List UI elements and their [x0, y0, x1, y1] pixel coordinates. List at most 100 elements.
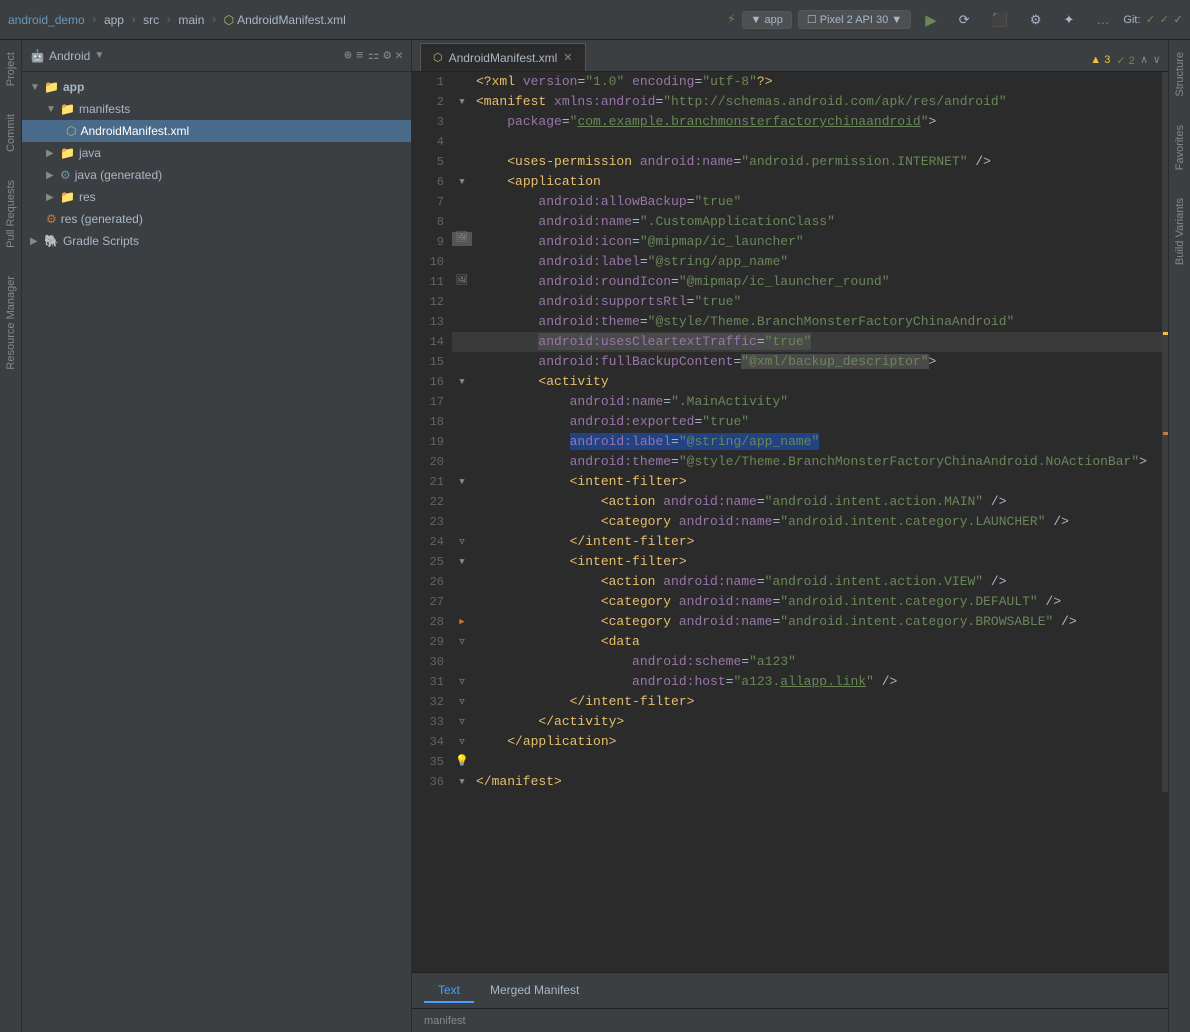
tab-commit[interactable]: Commit [3, 110, 19, 156]
tree-androidmanifest-label: AndroidManifest.xml [80, 124, 189, 138]
locate-icon[interactable]: ⊕ [344, 48, 352, 63]
tree-gradle[interactable]: ▶ 🐘 Gradle Scripts [22, 230, 411, 252]
btab-merged[interactable]: Merged Manifest [476, 979, 593, 1003]
code-text-24: </intent-filter> [472, 532, 1162, 552]
gutter-36[interactable]: ▼ [452, 772, 472, 792]
gutter-28[interactable]: ▶ [452, 612, 472, 632]
tree-res-generated[interactable]: ⚙ res (generated) [22, 208, 411, 230]
gutter-31[interactable]: ▽ [452, 672, 472, 692]
gutter-13 [452, 312, 472, 332]
breadcrumb-android-demo[interactable]: android_demo [8, 13, 85, 27]
code-line-3: 3 package="com.example.branchmonsterfact… [412, 112, 1162, 132]
gutter-27 [452, 592, 472, 612]
close-icon[interactable]: ✕ [395, 48, 403, 63]
breadcrumb-sep2: › [130, 13, 137, 27]
code-line-27: 27 <category android:name="android.inten… [412, 592, 1162, 612]
project-header: 🤖 Android ▼ ⊕ ≡ ⚏ ⚙ ✕ [22, 40, 411, 72]
gutter-34[interactable]: ▽ [452, 732, 472, 752]
code-text-26: <action android:name="android.intent.act… [472, 572, 1162, 592]
gutter-11[interactable]: 🖼 [452, 272, 472, 292]
code-text-13: android:theme="@style/Theme.BranchMonste… [472, 312, 1162, 332]
tree-java-generated[interactable]: ▶ ⚙ java (generated) [22, 164, 411, 186]
gradle-icon: 🐘 [44, 234, 59, 248]
code-line-12: 12 android:supportsRtl="true" [412, 292, 1162, 312]
editor-tab-manifest[interactable]: ⬡ AndroidManifest.xml ✕ [420, 43, 586, 71]
code-text-19: android:label="@string/app_name" [472, 432, 1162, 452]
app-config-button[interactable]: ▼ app [742, 11, 792, 29]
filter-icon[interactable]: ⚏ [368, 48, 380, 63]
tree-androidmanifest[interactable]: ⬡ AndroidManifest.xml [22, 120, 411, 142]
gutter-35-bulb[interactable]: 💡 [452, 752, 472, 772]
gutter-32[interactable]: ▽ [452, 692, 472, 712]
tree-java[interactable]: ▶ 📁 java [22, 142, 411, 164]
tab-build-variants[interactable]: Build Variants [1172, 194, 1188, 269]
expand-warnings-icon[interactable]: ∧ [1141, 53, 1148, 67]
gutter-25[interactable]: ▼ [452, 552, 472, 572]
breadcrumb-main[interactable]: main [178, 13, 204, 27]
app-folder-icon: 📁 [44, 80, 59, 94]
breadcrumb-app[interactable]: app [104, 13, 124, 27]
line-num-10: 10 [412, 252, 452, 272]
line-num-16: 16 [412, 372, 452, 392]
tab-pull-requests[interactable]: Pull Requests [3, 176, 19, 252]
gutter-21[interactable]: ▼ [452, 472, 472, 492]
tree-app[interactable]: ▼ 📁 app [22, 76, 411, 98]
gutter-24[interactable]: ▽ [452, 532, 472, 552]
code-line-1: 1 <?xml version="1.0" encoding="utf-8"?> [412, 72, 1162, 92]
top-toolbar: android_demo › app › src › main › ⬡ Andr… [0, 0, 1190, 40]
settings-icon[interactable]: ⚙ [383, 48, 391, 63]
tree-res[interactable]: ▶ 📁 res [22, 186, 411, 208]
collapse-warnings-icon[interactable]: ∨ [1153, 53, 1160, 67]
warning-count: ▲ 3 [1090, 54, 1110, 66]
collapse-icon[interactable]: ≡ [356, 48, 364, 63]
gutter-10 [452, 252, 472, 272]
gutter-29[interactable]: ▽ [452, 632, 472, 652]
device-config-button[interactable]: ☐ Pixel 2 API 30 ▼ [798, 10, 911, 29]
line-num-14: 14 [412, 332, 452, 352]
tab-project[interactable]: Project [3, 48, 19, 90]
line-num-11: 11 [412, 272, 452, 292]
line-num-18: 18 [412, 412, 452, 432]
btab-text[interactable]: Text [424, 979, 474, 1003]
breadcrumb-file[interactable]: ⬡ AndroidManifest.xml [224, 13, 346, 27]
more-button[interactable]: … [1088, 10, 1117, 29]
breadcrumb-src[interactable]: src [143, 13, 159, 27]
code-text-33: </activity> [472, 712, 1162, 732]
code-line-2: 2 ▼ <manifest xmlns:android="http://sche… [412, 92, 1162, 112]
gutter-16[interactable]: ▼ [452, 372, 472, 392]
tab-favorites[interactable]: Favorites [1172, 121, 1188, 174]
gutter-9[interactable]: 🖼 [452, 232, 472, 246]
code-line-34: 34 ▽ </application> [412, 732, 1162, 752]
run-button[interactable]: ▶ [917, 9, 945, 31]
manifests-folder-icon: 📁 [60, 102, 75, 116]
profile-button[interactable]: ⚙ [1022, 10, 1050, 30]
gutter-26 [452, 572, 472, 592]
line-num-26: 26 [412, 572, 452, 592]
tab-structure[interactable]: Structure [1172, 48, 1188, 101]
gutter-33[interactable]: ▽ [452, 712, 472, 732]
margin-warn-2 [1163, 432, 1168, 435]
code-line-13: 13 android:theme="@style/Theme.BranchMon… [412, 312, 1162, 332]
gutter-2[interactable]: ▼ [452, 92, 472, 112]
gutter-6[interactable]: ▼ [452, 172, 472, 192]
code-text-18: android:exported="true" [472, 412, 1162, 432]
refresh-button[interactable]: ⟳ [951, 10, 978, 30]
gutter-20 [452, 452, 472, 472]
expand-java-icon: ▶ [46, 148, 56, 159]
project-dropdown-icon[interactable]: ▼ [94, 50, 104, 61]
expand-javagen-icon: ▶ [46, 170, 56, 181]
stop-button[interactable]: ⬛ [984, 10, 1016, 30]
coverage-button[interactable]: ✦ [1055, 10, 1082, 30]
tab-close-icon[interactable]: ✕ [563, 51, 572, 64]
code-text-10: android:label="@string/app_name" [472, 252, 1162, 272]
tree-java-label: java [79, 146, 101, 160]
line-num-20: 20 [412, 452, 452, 472]
tab-resource-manager[interactable]: Resource Manager [3, 272, 19, 374]
tree-app-label: app [63, 80, 84, 94]
expand-manifests-icon: ▼ [46, 104, 56, 115]
code-content[interactable]: 1 <?xml version="1.0" encoding="utf-8"?>… [412, 72, 1168, 972]
tree-manifests[interactable]: ▼ 📁 manifests [22, 98, 411, 120]
code-line-10: 10 android:label="@string/app_name" [412, 252, 1162, 272]
tree-gradle-label: Gradle Scripts [63, 234, 139, 248]
code-line-21: 21 ▼ <intent-filter> [412, 472, 1162, 492]
